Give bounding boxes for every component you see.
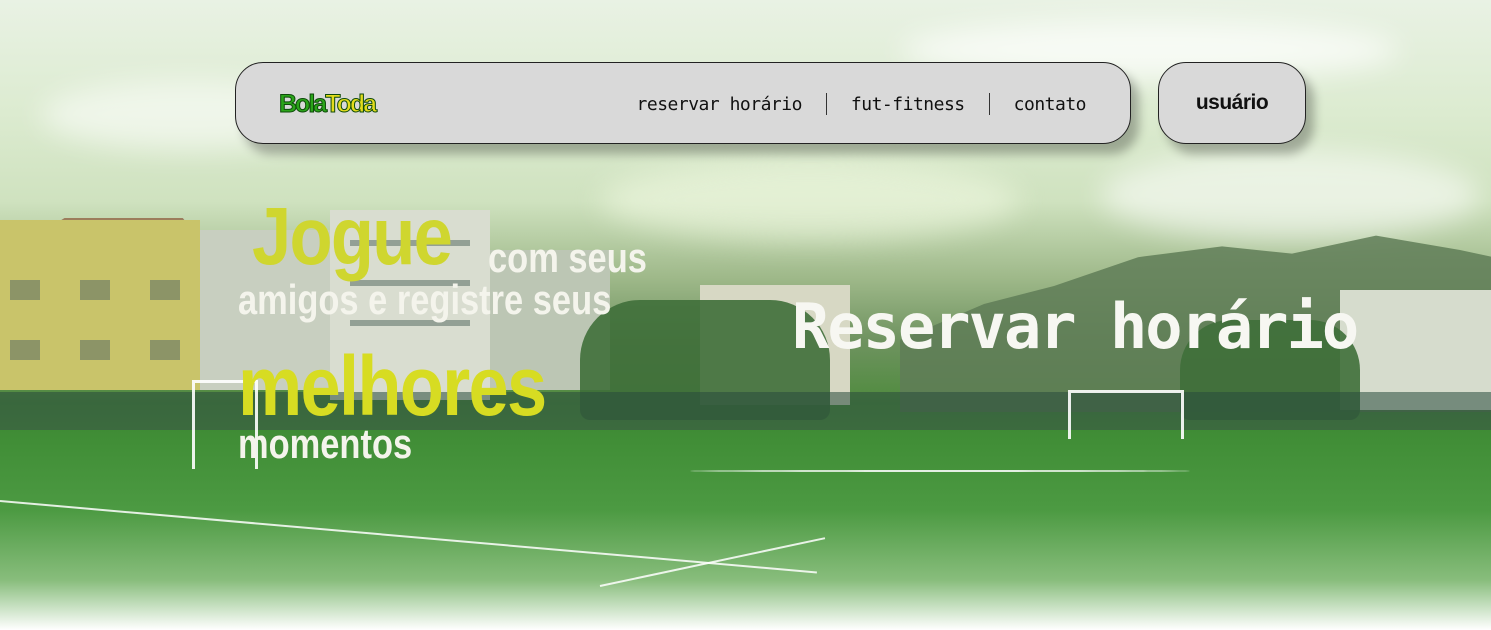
headline-word-jogue: Jogue bbox=[252, 191, 453, 282]
logo-part2: Toda bbox=[325, 90, 378, 119]
nav-link-fut-fitness[interactable]: fut-fitness bbox=[827, 94, 989, 115]
center-circle-line bbox=[690, 470, 1190, 472]
nav-links: reservar horário fut-fitness contato bbox=[613, 63, 1087, 145]
headline-line1: com seus bbox=[488, 234, 647, 281]
goal-post bbox=[1068, 390, 1184, 439]
logo[interactable]: BolaToda bbox=[278, 90, 378, 119]
hero-background: BolaToda reservar horário fut-fitness co… bbox=[0, 0, 1491, 630]
nav-link-reservar-horario[interactable]: reservar horário bbox=[613, 94, 826, 115]
navbar: BolaToda reservar horário fut-fitness co… bbox=[235, 62, 1131, 144]
nav-link-contato[interactable]: contato bbox=[990, 94, 1087, 115]
cloud bbox=[1100, 150, 1480, 240]
reserve-cta-link[interactable]: Reservar horário bbox=[792, 290, 1359, 363]
logo-part1: Bola bbox=[278, 90, 327, 119]
hero-headline: Jogue com seus amigos e registre seus me… bbox=[238, 190, 698, 480]
building bbox=[0, 220, 200, 390]
user-button[interactable]: usuário bbox=[1158, 62, 1306, 144]
headline-line2: amigos e registre seus bbox=[238, 276, 612, 323]
headline-line4: momentos bbox=[238, 420, 413, 467]
